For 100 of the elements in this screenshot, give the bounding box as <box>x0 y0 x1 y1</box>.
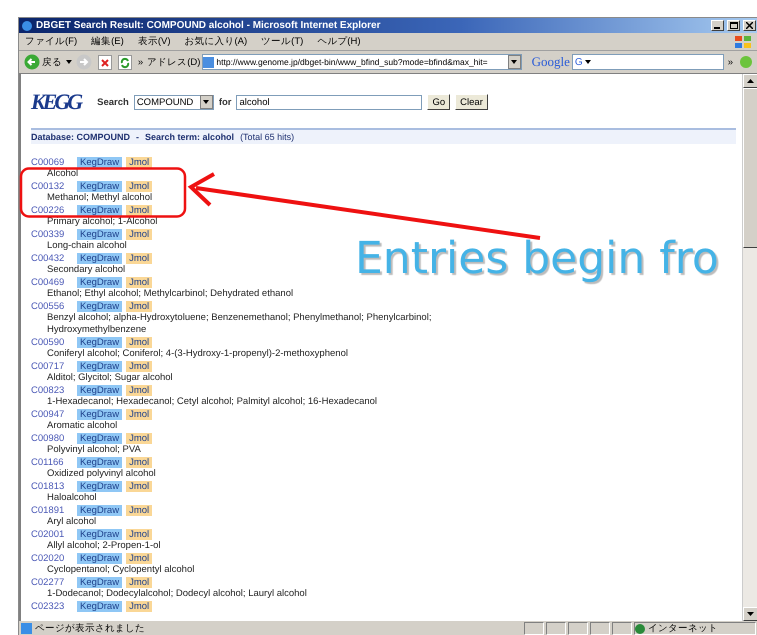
kegdraw-link[interactable]: KegDraw <box>77 156 122 168</box>
kegdraw-link[interactable]: KegDraw <box>77 408 122 420</box>
close-button[interactable] <box>743 20 756 31</box>
back-button[interactable]: 戻る <box>22 54 64 70</box>
down-arrow-icon <box>747 612 754 616</box>
kegdraw-link[interactable]: KegDraw <box>77 600 122 612</box>
scroll-down-button[interactable] <box>743 607 757 621</box>
kegdraw-link[interactable]: KegDraw <box>77 252 122 264</box>
jmol-link[interactable]: Jmol <box>126 300 152 312</box>
status-message: ページが表示されました <box>21 622 522 635</box>
menu-item[interactable]: 編集(E) <box>91 35 124 48</box>
kegdraw-link[interactable]: KegDraw <box>77 228 122 240</box>
stop-button[interactable] <box>96 54 114 70</box>
jmol-link[interactable]: Jmol <box>126 276 152 288</box>
kegdraw-link[interactable]: KegDraw <box>77 384 122 396</box>
menu-item[interactable]: 表示(V) <box>138 35 170 48</box>
menu-item[interactable]: ヘルプ(H) <box>317 35 360 48</box>
entry-name: Ethanol; Ethyl alcohol; Methylcarbinol; Dehydrated ethanol <box>46 288 294 300</box>
jmol-link[interactable]: Jmol <box>126 504 152 516</box>
jmol-link[interactable]: Jmol <box>126 384 152 396</box>
go-button[interactable]: Go <box>427 94 450 110</box>
window-title: DBGET Search Result: COMPOUND alcohol - Microsoft Internet Explorer <box>36 20 382 31</box>
entry-link[interactable]: C00980 <box>31 432 73 444</box>
dropdown-arrow-icon <box>66 59 72 65</box>
entry-link[interactable]: C02020 <box>31 552 73 564</box>
kegdraw-link[interactable]: KegDraw <box>77 300 122 312</box>
entry-link[interactable]: C00823 <box>31 384 73 396</box>
entry-link[interactable]: C00339 <box>31 228 73 240</box>
entry-link[interactable]: C00590 <box>31 336 73 348</box>
entry-link[interactable]: C01166 <box>31 456 73 468</box>
clear-button[interactable]: Clear <box>455 94 488 110</box>
jmol-link[interactable]: Jmol <box>126 432 152 444</box>
entry-name: Methanol; Methyl alcohol <box>46 192 154 204</box>
kegdraw-link[interactable]: KegDraw <box>77 528 122 540</box>
entry-link[interactable]: C00226 <box>31 204 73 216</box>
entry-name: Long-chain alcohol <box>46 240 128 252</box>
kegdraw-link[interactable]: KegDraw <box>77 456 122 468</box>
entry-link[interactable]: C00717 <box>31 360 73 372</box>
jmol-link[interactable]: Jmol <box>126 408 152 420</box>
search-field[interactable]: G <box>572 54 724 70</box>
maximize-button[interactable] <box>727 20 740 31</box>
kegdraw-link[interactable]: KegDraw <box>77 276 122 288</box>
entry-name: Polyvinyl alcohol; PVA <box>46 444 142 456</box>
entry-link[interactable]: C00556 <box>31 300 73 312</box>
jmol-link[interactable]: Jmol <box>126 204 152 216</box>
entry-name: 1-Dodecanol; Dodecylalcohol; Dodecyl alcohol; Lauryl alcohol <box>46 588 308 600</box>
entry-name: Haloalcohol <box>46 492 98 504</box>
entry-link[interactable]: C00469 <box>31 276 73 288</box>
menu-item[interactable]: ファイル(F) <box>25 35 78 48</box>
kegdraw-link[interactable]: KegDraw <box>77 360 122 372</box>
kegdraw-link[interactable]: KegDraw <box>77 552 122 564</box>
jmol-link[interactable]: Jmol <box>126 228 152 240</box>
stop-icon <box>98 54 112 70</box>
entry-link[interactable]: C00069 <box>31 156 73 168</box>
jmol-link[interactable]: Jmol <box>126 456 152 468</box>
refresh-button[interactable] <box>116 54 134 70</box>
entry-link[interactable]: C02323 <box>31 600 73 612</box>
jmol-link[interactable]: Jmol <box>126 360 152 372</box>
address-label: アドレス(D) <box>147 56 200 68</box>
jmol-link[interactable]: Jmol <box>126 576 152 588</box>
kegdraw-link[interactable]: KegDraw <box>77 504 122 516</box>
query-field[interactable]: alcohol <box>236 94 422 110</box>
entry-link[interactable]: C02001 <box>31 528 73 540</box>
jmol-link[interactable]: Jmol <box>126 480 152 492</box>
kegdraw-link[interactable]: KegDraw <box>77 480 122 492</box>
jmol-link[interactable]: Jmol <box>126 552 152 564</box>
jmol-link[interactable]: Jmol <box>126 528 152 540</box>
jmol-link[interactable]: Jmol <box>126 156 152 168</box>
entry-link[interactable]: C00432 <box>31 252 73 264</box>
menu-item[interactable]: お気に入り(A) <box>184 35 248 48</box>
page-icon <box>21 623 32 634</box>
entry-link[interactable]: C02277 <box>31 576 73 588</box>
entry-link[interactable]: C01891 <box>31 504 73 516</box>
scrollbar-thumb[interactable] <box>743 88 757 248</box>
more-button[interactable]: » <box>726 56 735 68</box>
jmol-link[interactable]: Jmol <box>126 336 152 348</box>
kegdraw-link[interactable]: KegDraw <box>77 180 122 192</box>
more-button[interactable]: » <box>136 56 146 68</box>
database-select[interactable]: COMPOUND <box>134 94 214 110</box>
dropdown-arrow-icon <box>511 60 518 64</box>
address-field[interactable]: http://www.genome.jp/dbget-bin/www_bfind_sub?mode=bfind&max_hit= <box>202 54 522 70</box>
jmol-link[interactable]: Jmol <box>126 180 152 192</box>
entry-link[interactable]: C00132 <box>31 180 73 192</box>
up-arrow-icon <box>747 79 754 83</box>
entry-link[interactable]: C00947 <box>31 408 73 420</box>
entry-name: 1-Hexadecanol; Hexadecanol; Cetyl alcohol; Palmityl alcohol; 16-Hexadecanol <box>46 396 378 408</box>
close-icon <box>746 22 753 29</box>
jmol-link[interactable]: Jmol <box>126 252 152 264</box>
entry-name: Allyl alcohol; 2-Propen-1-ol <box>46 540 162 552</box>
entry-link[interactable]: C01813 <box>31 480 73 492</box>
kegdraw-link[interactable]: KegDraw <box>77 336 122 348</box>
kegdraw-link[interactable]: KegDraw <box>77 432 122 444</box>
page-icon <box>203 56 214 68</box>
kegdraw-link[interactable]: KegDraw <box>77 576 122 588</box>
scroll-up-button[interactable] <box>743 74 757 88</box>
minimize-button[interactable] <box>711 20 724 31</box>
windows-logo-icon <box>734 34 752 48</box>
jmol-link[interactable]: Jmol <box>126 600 152 612</box>
menu-item[interactable]: ツール(T) <box>261 35 304 48</box>
kegdraw-link[interactable]: KegDraw <box>77 204 122 216</box>
